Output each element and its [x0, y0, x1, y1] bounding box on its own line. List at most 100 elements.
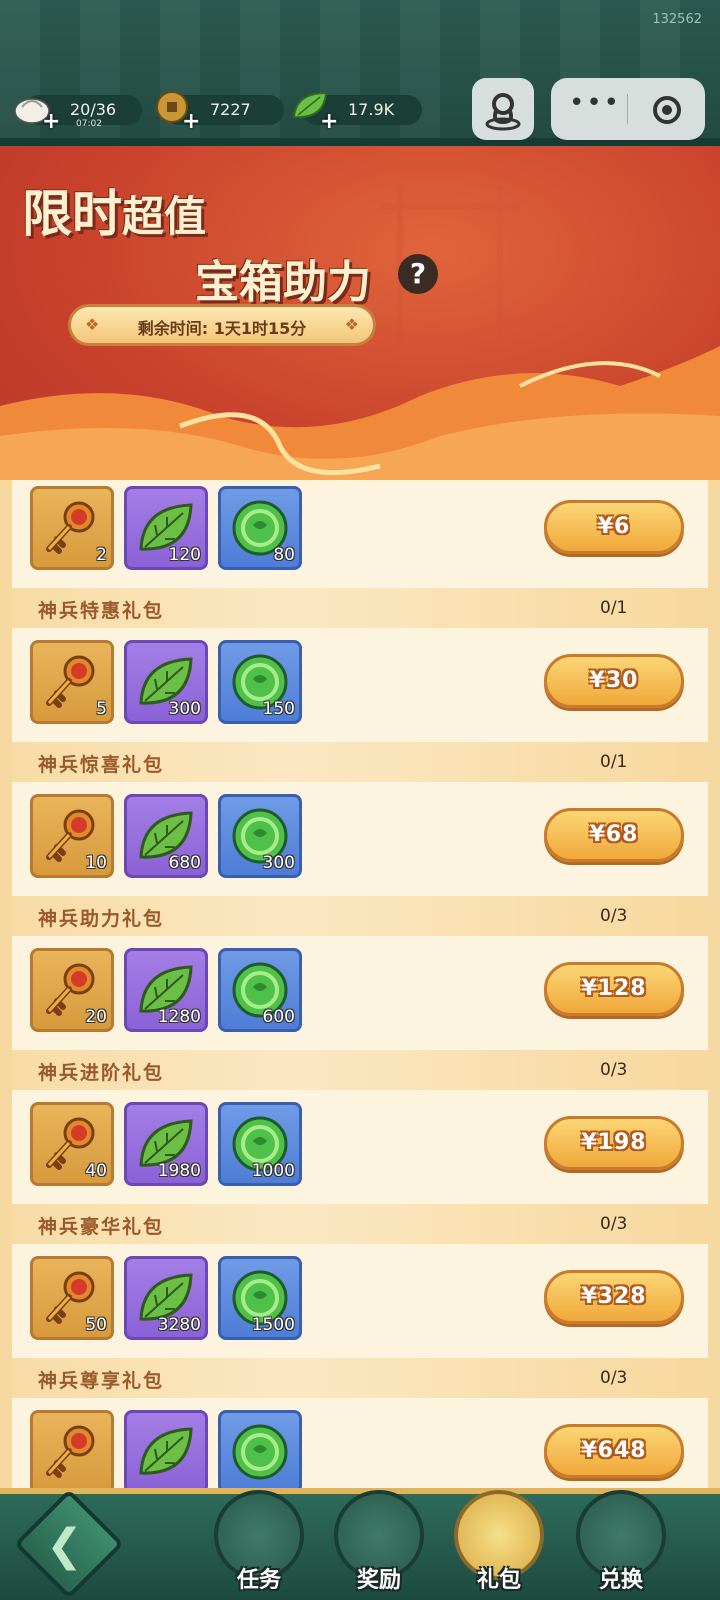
close-program-icon[interactable]	[653, 96, 681, 124]
reward-quantity: 20	[85, 1007, 107, 1027]
purchase-count: 0/1	[600, 598, 628, 618]
reward-item[interactable]: 680	[124, 794, 208, 878]
reward-quantity: 120	[168, 545, 201, 565]
reward-item[interactable]: 1000	[218, 1102, 302, 1186]
pack-row: ¥648	[12, 1398, 708, 1500]
reward-item[interactable]: 2	[30, 486, 114, 570]
reward-item[interactable]: 50	[30, 1256, 114, 1340]
reward-quantity: 1000	[251, 1161, 295, 1181]
stamina-resource[interactable]: + 20/36 07:02	[14, 95, 142, 134]
buy-price-button[interactable]: ¥128	[544, 962, 684, 1016]
help-button[interactable]: ?	[398, 254, 438, 294]
ornament-right-icon: ❖	[344, 315, 359, 334]
nav-tab-tasks-label: 任务	[236, 1568, 281, 1593]
back-arrow-icon: ❮	[46, 1520, 83, 1571]
reward-quantity: 10	[85, 853, 107, 873]
pack-header: 神兵特惠礼包 0/1	[12, 588, 708, 628]
gift-pack-list[interactable]: 2 120 80 ¥6 神兵特惠礼包 0/1 5 300 150 ¥30 神兵惊喜礼包 0/1 10 68…	[0, 480, 720, 1500]
reward-quantity: 40	[85, 1161, 107, 1181]
price-label: ¥6	[597, 514, 631, 539]
reward-quantity: 680	[168, 853, 201, 873]
pack-row: 2 120 80 ¥6	[12, 480, 708, 589]
buy-price-button[interactable]: ¥648	[544, 1424, 684, 1478]
pack-row: 5 300 150 ¥30	[12, 628, 708, 743]
reward-item[interactable]: 3280	[124, 1256, 208, 1340]
buy-price-button[interactable]: ¥198	[544, 1116, 684, 1170]
reward-quantity: 1280	[157, 1007, 201, 1027]
reward-quantity: 1500	[251, 1315, 295, 1335]
price-label: ¥328	[581, 1284, 647, 1309]
price-label: ¥648	[581, 1438, 647, 1463]
reward-quantity: 300	[262, 853, 295, 873]
coin-resource[interactable]: + 7227	[156, 91, 284, 134]
reward-item[interactable]: 1500	[218, 1256, 302, 1340]
pack-name: 神兵尊享礼包	[38, 1370, 165, 1392]
stamina-timer: 07:02	[76, 119, 102, 129]
pack-name: 神兵助力礼包	[38, 908, 165, 930]
add-leaf-icon[interactable]: +	[320, 109, 338, 134]
reward-item[interactable]: 1980	[124, 1102, 208, 1186]
location-icon	[485, 93, 521, 131]
buy-price-button[interactable]: ¥30	[544, 654, 684, 708]
reward-item[interactable]: 1280	[124, 948, 208, 1032]
reward-quantity: 80	[273, 545, 295, 565]
buy-price-button[interactable]: ¥328	[544, 1270, 684, 1324]
price-label: ¥198	[581, 1130, 647, 1155]
nav-tab-packs-label: 礼包	[476, 1568, 521, 1593]
reward-item[interactable]: 10	[30, 794, 114, 878]
price-label: ¥68	[589, 822, 639, 847]
nav-tab-rewards-label: 奖励	[356, 1568, 401, 1593]
stamina-value: 20/36	[70, 100, 117, 119]
reward-item[interactable]: 5	[30, 640, 114, 724]
reward-quantity: 600	[262, 1007, 295, 1027]
reward-item[interactable]	[124, 1410, 208, 1494]
pack-row: 20 1280 600 ¥128	[12, 936, 708, 1051]
reward-item[interactable]	[218, 1410, 302, 1494]
banner-title-line2: 宝箱助力	[195, 257, 371, 308]
reward-item[interactable]: 600	[218, 948, 302, 1032]
remaining-time-text: 剩余时间: 1天1时15分	[137, 319, 307, 338]
reward-item[interactable]	[30, 1410, 114, 1494]
more-menu-icon[interactable]: •••	[569, 88, 621, 118]
remaining-time-plate: ❖ 剩余时间: 1天1时15分 ❖	[68, 304, 376, 346]
nav-tab-exchange-label: 兑换	[598, 1568, 643, 1593]
reward-item[interactable]: 150	[218, 640, 302, 724]
reward-quantity: 2	[96, 545, 107, 565]
map-button[interactable]	[472, 78, 534, 140]
user-id: 132562	[652, 12, 702, 27]
capsule-divider	[627, 94, 628, 124]
purchase-count: 0/3	[600, 906, 628, 926]
reward-item[interactable]: 40	[30, 1102, 114, 1186]
reward-quantity: 50	[85, 1315, 107, 1335]
add-stamina-icon[interactable]: +	[42, 109, 60, 134]
purchase-count: 0/3	[600, 1368, 628, 1388]
leaf-value: 17.9K	[348, 100, 395, 119]
reward-item[interactable]: 300	[218, 794, 302, 878]
purchase-count: 0/3	[600, 1214, 628, 1234]
reward-item[interactable]: 120	[124, 486, 208, 570]
reward-quantity: 1980	[157, 1161, 201, 1181]
price-label: ¥30	[589, 668, 639, 693]
reward-quantity: 150	[262, 699, 295, 719]
coin-value: 7227	[210, 100, 251, 119]
reward-item[interactable]: 20	[30, 948, 114, 1032]
pack-name: 神兵惊喜礼包	[38, 754, 165, 776]
buy-price-button[interactable]: ¥68	[544, 808, 684, 862]
pack-row: 10 680 300 ¥68	[12, 782, 708, 897]
reward-quantity: 3280	[157, 1315, 201, 1335]
price-label: ¥128	[581, 976, 647, 1001]
buy-price-button[interactable]: ¥6	[544, 500, 684, 554]
purchase-count: 0/1	[600, 752, 628, 772]
pack-header: 神兵惊喜礼包 0/1	[12, 742, 708, 782]
pack-header: 神兵豪华礼包 0/3	[12, 1204, 708, 1244]
pack-name: 神兵特惠礼包	[38, 600, 165, 622]
leaf-resource[interactable]: + 17.9K	[292, 91, 422, 134]
event-banner: 限时超值 宝箱助力 ? ❖ 剩余时间: 1天1时15分 ❖	[0, 146, 720, 496]
add-coin-icon[interactable]: +	[182, 109, 200, 134]
pack-header: 神兵尊享礼包 0/3	[12, 1358, 708, 1398]
reward-item[interactable]: 80	[218, 486, 302, 570]
reward-item[interactable]: 300	[124, 640, 208, 724]
pack-row: 40 1980 1000 ¥198	[12, 1090, 708, 1205]
pack-name: 神兵豪华礼包	[38, 1216, 165, 1238]
pack-header: 神兵助力礼包 0/3	[12, 896, 708, 936]
